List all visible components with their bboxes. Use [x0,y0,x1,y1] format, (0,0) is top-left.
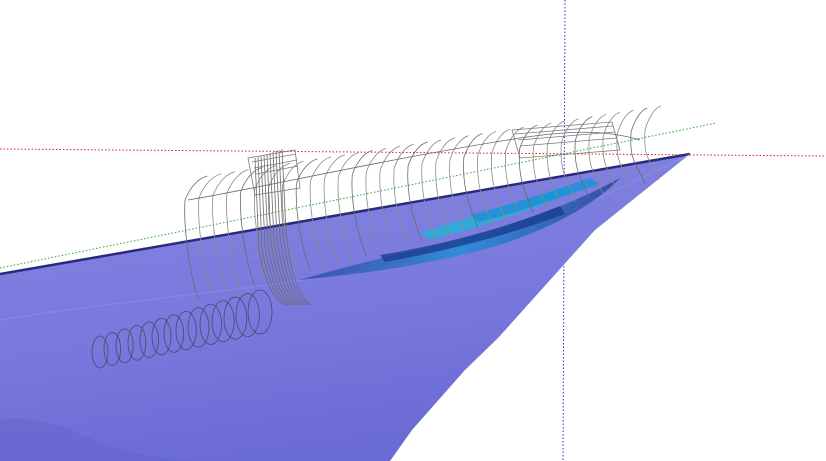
superstructure-block-fore [511,121,621,159]
3d-scene-canvas[interactable] [0,0,826,461]
3d-model-viewport[interactable] [0,0,826,461]
